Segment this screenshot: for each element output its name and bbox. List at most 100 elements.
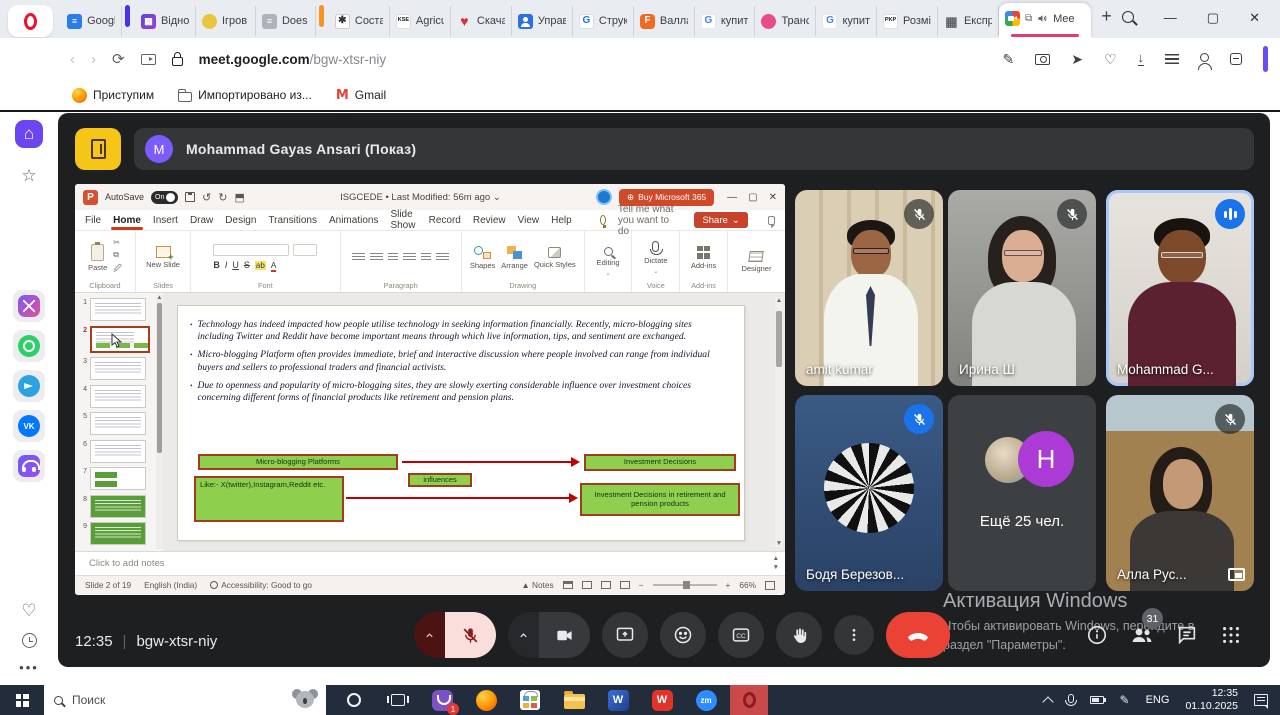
share-button[interactable]: Share ⌄ (694, 212, 747, 228)
notes-pane[interactable]: Click to add notes ▲▼ (75, 551, 785, 575)
bold-icon[interactable]: B (213, 260, 220, 270)
zoom-slider[interactable] (653, 584, 717, 586)
highlight-icon[interactable]: ab (255, 261, 266, 270)
align-left-icon[interactable] (403, 253, 416, 262)
tab-group-orange[interactable] (319, 5, 324, 27)
menu-animations[interactable]: Animations (329, 215, 378, 226)
tab-group-purple[interactable] (125, 5, 130, 27)
present-button[interactable] (602, 612, 648, 658)
opera-menu-button[interactable] (8, 5, 53, 37)
tray-mic-icon[interactable] (1068, 694, 1074, 706)
copy-icon[interactable]: ⧉ (113, 250, 122, 260)
new-slide-button[interactable]: New Slide (146, 246, 180, 269)
italic-icon[interactable]: I (225, 260, 228, 270)
strikethrough-icon[interactable]: S (244, 260, 250, 270)
close-button[interactable]: ✕ (1249, 11, 1260, 24)
tile-more-participants[interactable]: Н Ещё 25 чел. (948, 395, 1096, 591)
tab-kse-agri[interactable]: KSEAgricu (390, 6, 451, 36)
tab-valla[interactable]: FВалла (634, 6, 695, 36)
tab-vidno[interactable]: ▦Відно (135, 6, 196, 36)
font-size-box[interactable] (293, 244, 317, 256)
menu-slideshow[interactable]: Slide Show (390, 209, 416, 231)
font-name-box[interactable] (213, 244, 289, 256)
cut-icon[interactable]: ✂ (113, 238, 122, 247)
settings-sliders-icon[interactable] (1165, 54, 1179, 64)
account-avatar[interactable] (596, 189, 612, 205)
tab-ekspr[interactable]: ▦Експр (938, 6, 999, 36)
bookmarks-star-icon[interactable]: ☆ (21, 166, 36, 186)
shapes-button[interactable]: Shapes (470, 246, 495, 270)
tab-preview-icon[interactable] (141, 54, 156, 65)
telegram-icon[interactable] (13, 370, 45, 402)
comments-icon[interactable] (768, 216, 775, 225)
participants-button[interactable]: 31 (1130, 623, 1154, 647)
tab-google-docs[interactable]: ≡Googl (61, 6, 122, 36)
bookmark-gmail[interactable]: MGmail (336, 88, 386, 103)
chat-button[interactable] (1176, 624, 1198, 646)
quick-styles-button[interactable]: Quick Styles (534, 247, 576, 269)
fit-slide-icon[interactable] (765, 581, 775, 590)
sidebar-more-icon[interactable]: ••• (19, 660, 39, 675)
redo-icon[interactable]: ↻ (218, 191, 227, 204)
pp-minimize-icon[interactable]: — (727, 192, 737, 203)
slide-thumb-4[interactable]: 4 (78, 385, 154, 408)
tab-kupit-2[interactable]: Gкупит (816, 6, 877, 36)
koala-search-highlight[interactable] (292, 689, 318, 711)
menu-design[interactable]: Design (225, 215, 256, 226)
tab-rozmi[interactable]: PKPРозмі (877, 6, 938, 36)
zoom-level[interactable]: 66% (739, 580, 756, 590)
favorite-heart-icon[interactable]: ♡ (1104, 51, 1117, 68)
tab-sosta[interactable]: ✱Соста (329, 6, 390, 36)
camera-icon[interactable] (539, 612, 590, 658)
paste-button[interactable]: Paste (88, 244, 107, 272)
captions-button[interactable]: CC (718, 612, 764, 658)
tab-uprav[interactable]: Управ (512, 6, 573, 36)
slide-thumb-3[interactable]: 3 (78, 357, 154, 380)
more-options-button[interactable] (834, 615, 874, 655)
normal-view-icon[interactable] (563, 581, 573, 589)
tile-mohammad[interactable]: Mohammad G... (1106, 190, 1254, 386)
taskbar-opera-gx-icon[interactable] (342, 688, 366, 712)
menu-transitions[interactable]: Transitions (268, 215, 317, 226)
wallet-icon[interactable] (1230, 53, 1242, 65)
bullets-icon[interactable] (352, 253, 365, 262)
editor-scrollbar[interactable]: ▲▼ (775, 297, 783, 547)
liked-pages-icon[interactable]: ♡ (21, 601, 36, 621)
menu-file[interactable]: File (85, 215, 101, 226)
editing-button[interactable]: Editing⌄ (597, 247, 620, 277)
numbering-icon[interactable] (370, 253, 383, 262)
slideshow-icon[interactable]: ⬒ (234, 191, 244, 204)
indent-icon[interactable] (388, 253, 398, 262)
slide-thumb-7[interactable]: 7 (78, 467, 154, 490)
current-slide[interactable]: •Technology has indeed impacted how peop… (177, 305, 745, 541)
reload-icon[interactable]: ⟳ (112, 50, 125, 68)
activities-button[interactable] (1220, 624, 1242, 646)
autosave-toggle[interactable]: On (151, 191, 178, 204)
menu-view[interactable]: View (518, 215, 540, 226)
reactions-button[interactable] (660, 612, 706, 658)
slide-thumb-6[interactable]: 6 (78, 440, 154, 463)
reading-view-icon[interactable] (601, 581, 611, 589)
edit-share-icon[interactable]: ✎ (1002, 51, 1014, 68)
mic-button[interactable] (414, 612, 496, 658)
minimize-button[interactable]: — (1164, 11, 1177, 24)
menu-home[interactable]: Home (113, 215, 141, 226)
accessibility-status[interactable]: Accessibility: Good to go (221, 580, 312, 590)
tile-irina[interactable]: Ирина Ш (948, 190, 1096, 386)
pp-close-icon[interactable]: ✕ (769, 192, 777, 203)
send-icon[interactable]: ➤ (1071, 51, 1083, 68)
tray-clock[interactable]: 12:3501.10.2025 (1185, 687, 1238, 713)
firefox-icon[interactable] (474, 688, 498, 712)
menu-help[interactable]: Help (551, 215, 572, 226)
menu-draw[interactable]: Draw (190, 215, 213, 226)
player-icon[interactable] (13, 450, 45, 482)
thumbnail-scrollbar[interactable]: ▲ (156, 295, 163, 549)
info-button[interactable] (1086, 624, 1108, 646)
save-icon[interactable] (185, 192, 195, 202)
bookmark-imported-folder[interactable]: Импортировано из... (178, 88, 312, 102)
home-speed-dial-icon[interactable]: ⌂ (15, 120, 43, 148)
profile-icon[interactable] (1200, 53, 1209, 62)
url-field[interactable]: meet.google.com/bgw-xtsr-niy (199, 52, 387, 67)
tab-kupit-1[interactable]: Gкупит (695, 6, 756, 36)
history-icon[interactable] (22, 633, 37, 648)
